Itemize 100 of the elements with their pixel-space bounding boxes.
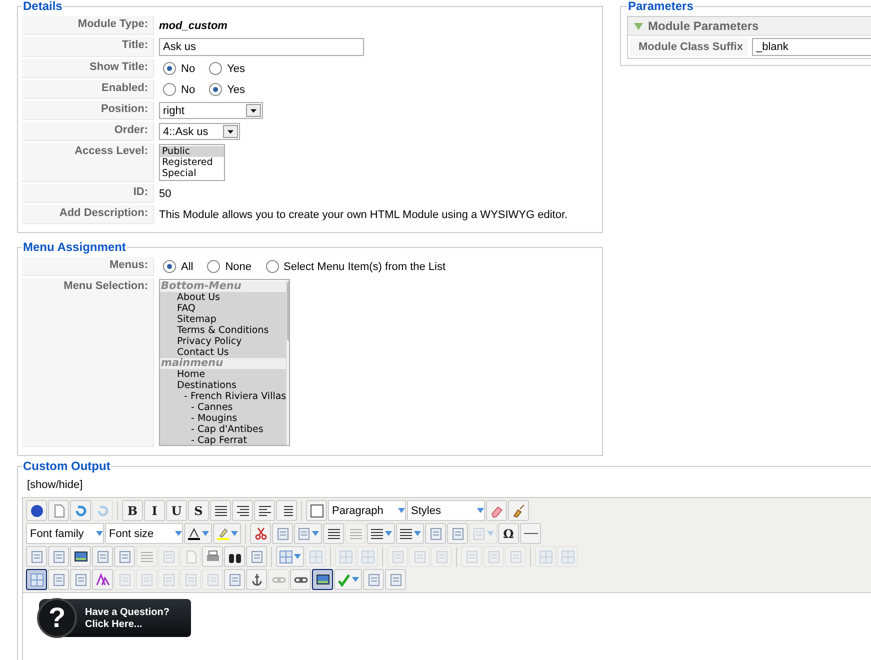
italic-button[interactable]: I: [144, 500, 165, 521]
radio-button[interactable]: [266, 260, 279, 273]
undo-button[interactable]: [70, 500, 91, 521]
position-combo-field[interactable]: right: [159, 102, 263, 119]
radio-label: No: [181, 84, 196, 96]
field-label: Menu Selection:: [22, 278, 154, 447]
bold-button[interactable]: B: [122, 500, 143, 521]
spellcheck-button[interactable]: [334, 569, 362, 590]
radio-button[interactable]: [209, 83, 222, 96]
binoculars-button[interactable]: [224, 546, 245, 567]
field-label: Access Level:: [22, 143, 154, 182]
code-button[interactable]: [114, 546, 135, 567]
menu-item-option[interactable]: Sitemap: [160, 314, 286, 325]
dropdown-arrow-icon: [175, 531, 182, 536]
menu-item-option[interactable]: Home: [160, 369, 286, 380]
radio-button[interactable]: [209, 62, 222, 75]
rule-button[interactable]: [520, 523, 541, 544]
fieldset-legend: Menu Assignment: [22, 241, 127, 254]
field-label: Position:: [22, 101, 154, 120]
field-label: Add Description:: [22, 205, 154, 224]
banner-text: Click Here...: [85, 618, 144, 630]
anchor-icon: [250, 572, 264, 586]
show-hide-link[interactable]: [show/hide]: [27, 479, 83, 491]
justify-button[interactable]: [210, 500, 231, 521]
field-value: 50: [159, 188, 172, 200]
menu-item-option[interactable]: About Us: [160, 292, 286, 303]
quote-button[interactable]: [306, 500, 327, 521]
radio-label: Select Menu Item(s) from the List: [284, 260, 446, 272]
right-button[interactable]: [276, 500, 297, 521]
horizontal-line-icon: [524, 533, 538, 534]
layer-button[interactable]: [363, 569, 384, 590]
menu-group-header: Bottom-Menu: [160, 281, 286, 292]
grid-button[interactable]: [26, 569, 47, 590]
eraser-button[interactable]: [486, 500, 507, 521]
link-button[interactable]: [290, 569, 311, 590]
layout-button[interactable]: [385, 569, 406, 590]
order-dropdown[interactable]: 4::Ask us: [159, 123, 240, 140]
center-button[interactable]: [232, 500, 253, 521]
justify-icon: [214, 504, 228, 518]
center-icon: [236, 504, 250, 518]
menu-item-option[interactable]: - Cannes: [160, 402, 286, 413]
brush-button[interactable]: [508, 500, 529, 521]
field-label: Module Type:: [22, 16, 154, 35]
menu-item-option[interactable]: - Mougins: [160, 413, 286, 424]
page-icon: [184, 550, 198, 564]
strike-button[interactable]: S: [188, 500, 209, 521]
access-level-listbox[interactable]: Public Registered Special: [159, 144, 225, 181]
menu-item-option[interactable]: Terms & Conditions: [160, 325, 286, 336]
lines-icon: [140, 550, 154, 564]
monitor-button[interactable]: [70, 546, 91, 567]
radio-label: All: [181, 260, 194, 272]
menu-item-option[interactable]: Destinations: [160, 380, 286, 391]
image-button[interactable]: [312, 569, 333, 590]
toolbar-dropdown[interactable]: Font family: [26, 523, 104, 544]
numlist-button[interactable]: [367, 523, 395, 544]
radio-button[interactable]: [163, 83, 176, 96]
omega-button[interactable]: Ω: [498, 523, 519, 544]
new-icon: [52, 504, 66, 518]
table-icon: [279, 550, 293, 564]
menu-item-option[interactable]: - French Riviera Villas: [160, 391, 286, 402]
underline-button[interactable]: U: [166, 500, 187, 521]
cut-icon: [254, 526, 268, 540]
menu-item-option[interactable]: FAQ: [160, 303, 286, 314]
radio-button[interactable]: [163, 62, 176, 75]
styles-button[interactable]: [92, 569, 113, 590]
help-button[interactable]: [26, 500, 47, 521]
print-button[interactable]: [202, 546, 223, 567]
anchor-button[interactable]: [246, 569, 267, 590]
table-button[interactable]: [276, 546, 304, 567]
have-a-question-banner[interactable]: ? Have a Question? Click Here...: [39, 599, 191, 637]
menu-item-option[interactable]: - Cap Ferrat: [160, 435, 286, 445]
new-button[interactable]: [48, 500, 69, 521]
redo-icon: [96, 504, 110, 518]
toolbar-dropdown[interactable]: Paragraph: [328, 500, 406, 521]
access-level-option[interactable]: Public: [160, 146, 224, 157]
menu-item-option[interactable]: Contact Us: [160, 347, 286, 358]
radio-button[interactable]: [207, 260, 220, 273]
menu-selection-listbox[interactable]: Bottom-Menu About Us FAQ Sitemap Terms & Conditions Privacy Policy Contact Us mainmenu Home Destinations - French Riviera Villas - Cannes - Mougins - Cap d'Antibes - Cap Ferrat: [159, 279, 290, 446]
dropdown-arrow-icon: [477, 508, 484, 513]
fieldset-legend: Details: [22, 0, 64, 13]
field-label: Order:: [22, 122, 154, 141]
forecolor-button[interactable]: [184, 523, 212, 544]
menu-item-option[interactable]: - Cap d'Antibes: [160, 424, 286, 435]
toolbar-dropdown[interactable]: Styles: [407, 500, 485, 521]
forecolor-icon: [187, 526, 201, 540]
brush-icon: [512, 504, 526, 518]
bullist-button[interactable]: [396, 523, 424, 544]
superscript-button[interactable]: [447, 523, 468, 544]
cut-button[interactable]: [250, 523, 271, 544]
title-input-field[interactable]: Ask us: [159, 38, 364, 56]
menu-item-option[interactable]: Privacy Policy: [160, 336, 286, 347]
backcolor-button[interactable]: [213, 523, 241, 544]
indent-button[interactable]: [323, 523, 344, 544]
class-suffix-input-field[interactable]: _blank: [752, 38, 871, 56]
subscript-button[interactable]: [425, 523, 446, 544]
radio-button[interactable]: [163, 260, 176, 273]
toolbar-dropdown[interactable]: Font size: [105, 523, 183, 544]
panel-header[interactable]: Module Parameters: [628, 17, 871, 36]
undo-icon: [74, 504, 88, 518]
left-button[interactable]: [254, 500, 275, 521]
